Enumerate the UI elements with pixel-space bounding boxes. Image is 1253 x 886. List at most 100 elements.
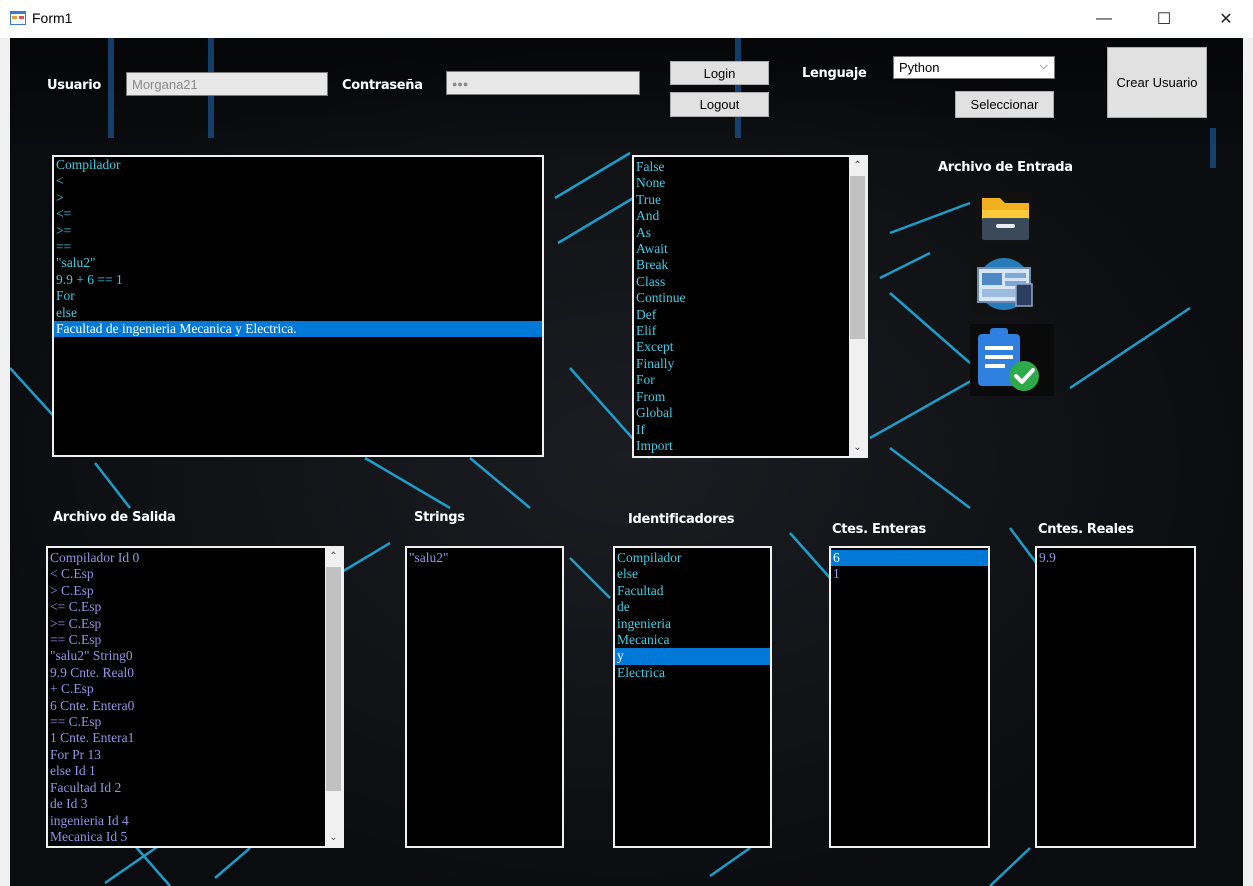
scroll-thumb[interactable] bbox=[326, 567, 341, 791]
list-item[interactable]: Electrica bbox=[615, 665, 770, 681]
keywords-listbox[interactable]: False None True And As Await Break Class Continu… bbox=[632, 155, 868, 458]
contrasena-label: Contraseña bbox=[342, 78, 423, 93]
keywords-list: False None True And As Await Break Class Continu… bbox=[634, 157, 866, 454]
list-item[interactable]: <= C.Esp bbox=[48, 599, 342, 615]
list-item[interactable]: Elif bbox=[634, 323, 866, 339]
list-item[interactable]: > bbox=[54, 190, 542, 206]
enteras-listbox[interactable]: 61 bbox=[829, 546, 990, 848]
seleccionar-button[interactable]: Seleccionar bbox=[955, 91, 1054, 118]
scroll-down-icon[interactable]: ⌄ bbox=[849, 439, 866, 456]
list-item[interactable]: Facultad de ingenieria Mecanica y Electr… bbox=[54, 321, 542, 338]
list-item[interactable]: == C.Esp bbox=[48, 632, 342, 648]
strings-listbox[interactable]: "salu2" bbox=[405, 546, 564, 848]
list-item[interactable]: else bbox=[54, 305, 542, 321]
list-item[interactable]: "salu2" bbox=[54, 255, 542, 271]
identificadores-label: Identificadores bbox=[628, 512, 735, 527]
salida-listbox[interactable]: Compilador Id 0 < C.Esp > C.Esp <= C.Esp >= … bbox=[46, 546, 344, 848]
list-item[interactable]: > C.Esp bbox=[48, 583, 342, 599]
list-item[interactable]: None bbox=[634, 175, 866, 191]
window-titlebar: Form1 — ☐ ✕ bbox=[0, 0, 1253, 38]
close-button[interactable]: ✕ bbox=[1203, 0, 1249, 38]
list-item[interactable]: < C.Esp bbox=[48, 566, 342, 582]
list-item[interactable]: 9.9 Cnte. Real0 bbox=[48, 665, 342, 681]
lenguaje-combobox[interactable]: Python ⌵ bbox=[893, 56, 1055, 79]
list-item[interactable]: de bbox=[615, 599, 770, 615]
reales-listbox[interactable]: 9.9 bbox=[1035, 546, 1196, 848]
list-item[interactable]: Facultad Id 2 bbox=[48, 780, 342, 796]
maximize-button[interactable]: ☐ bbox=[1141, 0, 1187, 38]
list-item[interactable]: From bbox=[634, 389, 866, 405]
list-item[interactable]: y bbox=[615, 648, 770, 665]
list-item[interactable]: de Id 3 bbox=[48, 796, 342, 812]
list-item[interactable]: else Id 1 bbox=[48, 763, 342, 779]
list-item[interactable]: + C.Esp bbox=[48, 681, 342, 697]
scroll-down-icon[interactable]: ⌄ bbox=[325, 829, 342, 846]
list-item[interactable]: == bbox=[54, 239, 542, 255]
strings-label: Strings bbox=[414, 510, 465, 525]
list-item[interactable]: 1 Cnte. Entera1 bbox=[48, 730, 342, 746]
keywords-scrollbar[interactable]: ⌃ ⌄ bbox=[849, 157, 866, 456]
screen-icon[interactable] bbox=[968, 254, 1040, 316]
password-field[interactable]: ●●● bbox=[446, 71, 640, 95]
minimize-button[interactable]: — bbox=[1081, 0, 1127, 38]
identificadores-listbox[interactable]: Compilador else Facultad de ingenieria Mecani… bbox=[613, 546, 772, 848]
list-item[interactable]: < bbox=[54, 173, 542, 189]
list-item[interactable]: Await bbox=[634, 241, 866, 257]
list-item[interactable]: For Pr 13 bbox=[48, 747, 342, 763]
list-item[interactable]: <= bbox=[54, 206, 542, 222]
list-item[interactable]: Def bbox=[634, 307, 866, 323]
list-item[interactable]: Compilador bbox=[615, 550, 770, 566]
salida-scrollbar[interactable]: ⌃ ⌄ bbox=[325, 548, 342, 846]
crear-usuario-button[interactable]: Crear Usuario bbox=[1107, 47, 1207, 118]
usuario-field[interactable]: Morgana21 bbox=[126, 72, 328, 96]
list-item[interactable]: Break bbox=[634, 257, 866, 273]
list-item[interactable]: ingenieria bbox=[615, 616, 770, 632]
lenguaje-selected-value: Python bbox=[899, 60, 940, 75]
identificadores-list: Compilador else Facultad de ingenieria Mecani… bbox=[615, 548, 770, 681]
folder-icon[interactable] bbox=[970, 188, 1040, 248]
chevron-down-icon: ⌵ bbox=[1039, 60, 1048, 72]
list-item[interactable]: == C.Esp bbox=[48, 714, 342, 730]
logout-button[interactable]: Logout bbox=[670, 92, 769, 117]
list-item[interactable]: Global bbox=[634, 405, 866, 421]
list-item[interactable]: True bbox=[634, 192, 866, 208]
scroll-up-icon[interactable]: ⌃ bbox=[849, 157, 866, 174]
list-item[interactable]: 9.9 bbox=[1037, 550, 1194, 566]
list-item[interactable]: >= bbox=[54, 223, 542, 239]
list-item[interactable]: 1 bbox=[831, 566, 988, 582]
login-button[interactable]: Login bbox=[670, 61, 769, 85]
strings-list: "salu2" bbox=[407, 548, 562, 566]
scroll-up-icon[interactable]: ⌃ bbox=[325, 548, 342, 565]
list-item[interactable]: Compilador Id 0 bbox=[48, 550, 342, 566]
list-item[interactable]: Mecanica Id 5 bbox=[48, 829, 342, 845]
list-item[interactable]: 9.9 + 6 == 1 bbox=[54, 272, 542, 288]
input-list: Compilador < > <= >= == "salu2" 9.9 + 6 == 1 For… bbox=[54, 157, 542, 338]
list-item[interactable]: ingenieria Id 4 bbox=[48, 813, 342, 829]
list-item[interactable]: Finally bbox=[634, 356, 866, 372]
list-item[interactable]: Class bbox=[634, 274, 866, 290]
list-item[interactable]: As bbox=[634, 225, 866, 241]
list-item[interactable]: Except bbox=[634, 339, 866, 355]
list-item[interactable]: Mecanica bbox=[615, 632, 770, 648]
list-item[interactable]: Continue bbox=[634, 290, 866, 306]
list-item[interactable]: Import bbox=[634, 438, 866, 454]
clipboard-check-icon[interactable] bbox=[968, 324, 1054, 396]
list-item[interactable]: False bbox=[634, 159, 866, 175]
list-item[interactable]: For bbox=[634, 372, 866, 388]
scroll-thumb[interactable] bbox=[850, 176, 865, 339]
input-listbox[interactable]: Compilador < > <= >= == "salu2" 9.9 + 6 == 1 For… bbox=[52, 155, 544, 457]
list-item[interactable]: Compilador bbox=[54, 157, 542, 173]
list-item[interactable]: "salu2" String0 bbox=[48, 648, 342, 664]
list-item[interactable]: 6 Cnte. Entera0 bbox=[48, 698, 342, 714]
list-item[interactable]: Facultad bbox=[615, 583, 770, 599]
list-item[interactable]: 6 bbox=[831, 550, 988, 567]
archivo-salida-label: Archivo de Salida bbox=[53, 510, 176, 525]
list-item[interactable]: >= C.Esp bbox=[48, 616, 342, 632]
list-item[interactable]: And bbox=[634, 208, 866, 224]
list-item[interactable]: For bbox=[54, 288, 542, 304]
lenguaje-label: Lenguaje bbox=[802, 66, 867, 81]
archivo-entrada-label: Archivo de Entrada bbox=[938, 160, 1073, 175]
list-item[interactable]: else bbox=[615, 566, 770, 582]
list-item[interactable]: If bbox=[634, 422, 866, 438]
list-item[interactable]: "salu2" bbox=[407, 550, 562, 566]
